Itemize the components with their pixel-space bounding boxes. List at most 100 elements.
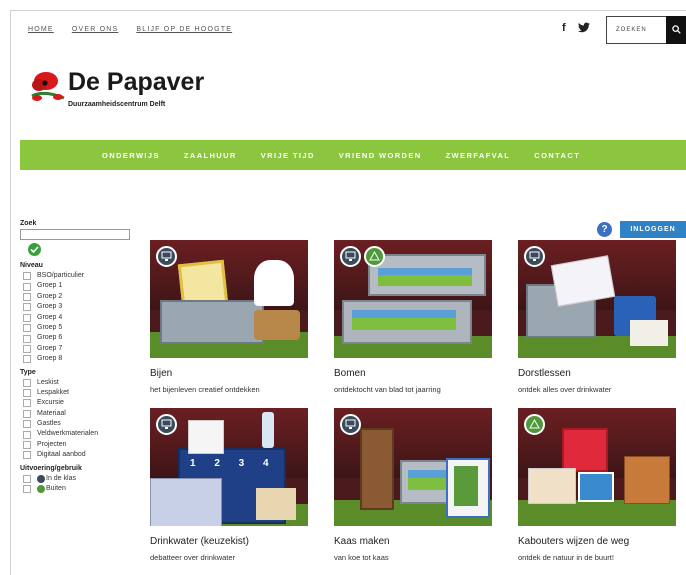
checkbox[interactable] (23, 409, 31, 418)
checkbox[interactable] (23, 292, 31, 301)
card-dorstlessen[interactable]: Dorstlessen ontdek alles over drinkwater (518, 240, 676, 394)
checkbox[interactable] (23, 441, 31, 450)
filter-label: Leskist (37, 378, 59, 386)
filter-option[interactable]: Groep 3 (20, 302, 140, 312)
outdoor-icon (524, 414, 545, 435)
filter-option[interactable]: Materiaal (20, 409, 140, 419)
card-image[interactable] (518, 240, 676, 358)
checkbox[interactable] (23, 303, 31, 312)
main-nav-zwerfafval[interactable]: ZWERFAFVAL (446, 151, 511, 160)
filter-option[interactable]: Excursie (20, 398, 140, 408)
checkbox[interactable] (23, 378, 31, 387)
card-description: ontdektocht van blad tot jaarring (334, 385, 441, 394)
filter-option[interactable]: Veldwerkmaterialen (20, 429, 140, 439)
filter-label: Projecten (37, 440, 67, 448)
filter-option[interactable]: Groep 6 (20, 333, 140, 343)
filter-option[interactable]: BSO/particulier (20, 271, 140, 281)
twitter-icon[interactable] (577, 22, 590, 36)
checkbox[interactable] (23, 344, 31, 353)
card-kabouters-wijzen-de-weg[interactable]: Kabouters wijzen de weg ontdek de natuur… (518, 408, 676, 562)
login-button[interactable]: INLOGGEN (620, 221, 686, 238)
logo-subtitle: Duurzaamheidscentrum Delft (68, 101, 166, 108)
card-title[interactable]: Kabouters wijzen de weg (518, 536, 676, 547)
filter-option[interactable]: Lespakket (20, 388, 140, 398)
checkbox[interactable] (23, 282, 31, 291)
filter-option[interactable]: Leskist (20, 378, 140, 388)
search-submit-button[interactable] (28, 243, 41, 256)
filter-label: Groep 5 (37, 323, 63, 331)
card-image[interactable]: 1 2 3 4 (150, 408, 308, 526)
card-description: het bijenleven creatief ontdekken (150, 385, 260, 394)
card-image[interactable] (518, 408, 676, 526)
card-image[interactable] (150, 240, 308, 358)
filter-label: Groep 3 (37, 303, 63, 311)
checkbox[interactable] (23, 355, 31, 364)
card-title[interactable]: Bijen (150, 368, 308, 379)
card-drinkwater-keuzekist[interactable]: 1 2 3 4 Drinkwater (keuzekist) debatteer… (150, 408, 308, 562)
main-nav-onderwijs[interactable]: ONDERWIJS (102, 151, 160, 160)
filter-option[interactable]: Groep 7 (20, 344, 140, 354)
checkmark-icon (30, 246, 39, 253)
filter-search-input[interactable] (20, 229, 130, 240)
card-title[interactable]: Kaas maken (334, 536, 492, 547)
filter-option[interactable]: Digitaal aanbod (20, 450, 140, 460)
uitvoering-heading: Uitvoering/gebruik (20, 464, 82, 472)
filter-label: Groep 2 (37, 292, 63, 300)
checkbox[interactable] (23, 334, 31, 343)
filter-option[interactable]: Groep 4 (20, 313, 140, 323)
checkbox[interactable] (23, 313, 31, 322)
help-button[interactable]: ? (597, 222, 612, 237)
search-button[interactable] (666, 16, 686, 44)
filter-label: Groep 1 (37, 282, 63, 290)
type-heading: Type (20, 368, 36, 376)
checkbox[interactable] (23, 389, 31, 398)
search-icon (672, 25, 681, 34)
filter-option[interactable]: Groep 5 (20, 323, 140, 333)
filter-label: Excursie (37, 399, 64, 407)
checkbox[interactable] (23, 399, 31, 408)
filter-option[interactable]: Projecten (20, 440, 140, 450)
filter-label: BSO/particulier (37, 272, 85, 279)
filter-option[interactable]: Groep 8 (20, 354, 140, 364)
card-image[interactable] (334, 408, 492, 526)
classroom-icon (340, 414, 361, 435)
card-title[interactable]: Drinkwater (keuzekist) (150, 536, 308, 547)
filter-option[interactable]: Groep 1 (20, 281, 140, 291)
checkbox[interactable] (23, 272, 31, 281)
checkbox[interactable] (23, 420, 31, 429)
card-bijen[interactable]: Bijen het bijenleven creatief ontdekken (150, 240, 308, 394)
filter-label: Groep 4 (37, 313, 63, 321)
filter-option[interactable]: Groep 2 (20, 292, 140, 302)
classroom-icon (156, 246, 177, 267)
checkbox[interactable] (23, 451, 31, 460)
facebook-icon[interactable]: f (562, 22, 566, 36)
checkbox[interactable] (23, 324, 31, 333)
logo-title: De Papaver (68, 68, 205, 96)
filter-label: Groep 7 (37, 344, 63, 352)
filter-label: Materiaal (37, 409, 66, 417)
outdoor-icon (364, 246, 385, 267)
top-nav: HOME OVER ONS BLIJF OP DE HOOGTE (28, 26, 232, 33)
top-nav-over-ons[interactable]: OVER ONS (72, 26, 119, 33)
top-nav-blijf-op-de-hoogte[interactable]: BLIJF OP DE HOOGTE (136, 26, 232, 33)
card-description: ontdek de natuur in de buurt! (518, 553, 614, 562)
top-nav-home[interactable]: HOME (28, 26, 54, 33)
main-nav-vrije-tijd[interactable]: VRIJE TIJD (261, 151, 315, 160)
card-bomen[interactable]: Bomen ontdektocht van blad tot jaarring (334, 240, 492, 394)
filter-option[interactable]: Buiten (20, 484, 140, 494)
main-nav-zaalhuur[interactable]: ZAALHUUR (184, 151, 237, 160)
filter-label: Digitaal aanbod (37, 451, 86, 459)
filter-option[interactable]: Gastles (20, 419, 140, 429)
filter-label: Lespakket (37, 388, 69, 396)
card-title[interactable]: Dorstlessen (518, 368, 676, 379)
checkbox[interactable] (23, 430, 31, 439)
checkbox[interactable] (23, 485, 31, 494)
card-image[interactable] (334, 240, 492, 358)
checkbox[interactable] (23, 474, 31, 483)
filter-option[interactable]: In de klas (20, 474, 140, 484)
card-title[interactable]: Bomen (334, 368, 492, 379)
main-nav-vriend-worden[interactable]: VRIEND WORDEN (339, 151, 422, 160)
main-nav-contact[interactable]: CONTACT (534, 151, 580, 160)
card-kaas-maken[interactable]: Kaas maken van koe tot kaas (334, 408, 492, 562)
outdoor-icon (37, 485, 45, 494)
